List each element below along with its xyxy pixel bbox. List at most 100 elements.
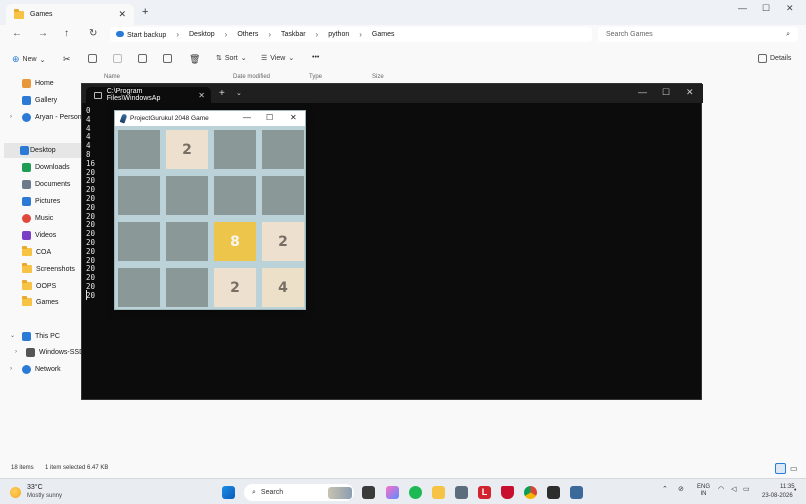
close-tab-icon[interactable]: ✕: [118, 9, 126, 20]
new-button[interactable]: ⊕ New ⌄: [12, 54, 45, 65]
sidebar-item-music[interactable]: Music: [22, 214, 53, 223]
terminal-tab[interactable]: C:\Program Files\WindowsAp ✕: [86, 87, 211, 103]
breadcrumb-taskbar[interactable]: Taskbar: [281, 31, 306, 38]
task-view-icon[interactable]: [362, 486, 375, 499]
terminal-output[interactable]: 0 4 4 4 4 8 16 20 20 20 20 20 20 20 20 20 20 20 20 20 20 20: [86, 106, 116, 301]
sidebar-item-games[interactable]: Games: [22, 296, 59, 306]
mcafee-icon[interactable]: [501, 486, 514, 499]
back-arrow-icon[interactable]: ←: [12, 28, 22, 39]
volume-icon[interactable]: ◁: [731, 485, 736, 493]
search-input[interactable]: Search Games ⌕: [598, 27, 798, 42]
breadcrumb-others[interactable]: Others: [237, 31, 258, 38]
sidebar-item-home[interactable]: Home: [22, 79, 54, 88]
spotify-icon[interactable]: [409, 486, 422, 499]
battery-icon[interactable]: ▭: [743, 485, 750, 493]
terminal-taskbar-icon[interactable]: [547, 486, 560, 499]
close-icon[interactable]: ✕: [786, 3, 794, 14]
settings-gear-icon[interactable]: [455, 486, 468, 499]
chevron-right-icon[interactable]: ›: [10, 366, 12, 372]
close-icon[interactable]: ✕: [686, 87, 694, 98]
language-indicator[interactable]: ENG IN: [697, 484, 710, 498]
forward-arrow-icon[interactable]: →: [38, 28, 48, 39]
paste-icon: [113, 54, 122, 63]
weather-sun-icon[interactable]: [10, 487, 21, 498]
delete-button[interactable]: 🗑: [189, 54, 200, 65]
weather-temp[interactable]: 33°C: [27, 484, 43, 491]
column-header-type[interactable]: Type: [309, 74, 322, 80]
weather-desc[interactable]: Mostly sunny: [27, 493, 62, 499]
home-icon: [22, 79, 31, 88]
copilot-icon[interactable]: [386, 486, 399, 499]
chevron-up-icon[interactable]: ⌃: [662, 485, 668, 493]
sidebar-item-desktop[interactable]: Desktop: [4, 143, 84, 158]
maximize-icon[interactable]: ☐: [762, 3, 770, 14]
sidebar-item-screenshots[interactable]: Screenshots: [22, 263, 75, 273]
clock-date[interactable]: 23-08-2026: [762, 493, 793, 499]
maximize-icon[interactable]: ☐: [266, 113, 273, 122]
explorer-tab[interactable]: Games ✕: [6, 4, 134, 25]
breadcrumb-desktop[interactable]: Desktop: [189, 31, 215, 38]
game-board[interactable]: 28224: [116, 127, 305, 309]
chevron-right-icon[interactable]: ›: [10, 114, 12, 120]
start-icon[interactable]: [222, 486, 235, 499]
details-button[interactable]: Details: [758, 54, 791, 63]
terminal-cursor: [86, 290, 87, 300]
file-explorer-icon[interactable]: [432, 486, 445, 499]
notification-bell-icon[interactable]: •: [794, 487, 796, 494]
breadcrumb[interactable]: Start backup › Desktop › Others › Taskba…: [110, 27, 592, 42]
taskbar-search[interactable]: ⌕ Search: [244, 484, 354, 501]
plus-icon: ⊕: [12, 54, 20, 64]
sidebar-item-pictures[interactable]: Pictures: [22, 197, 60, 206]
column-header-date-modified[interactable]: Date modified: [233, 74, 270, 80]
tk-feather-icon: [119, 113, 128, 124]
breadcrumb-games[interactable]: Games: [372, 31, 395, 38]
refresh-icon[interactable]: ↻: [89, 28, 97, 39]
chevron-down-icon[interactable]: ⌄: [236, 89, 242, 97]
minimize-icon[interactable]: —: [738, 3, 747, 13]
minimize-icon[interactable]: —: [243, 113, 251, 122]
sidebar-item-gallery[interactable]: Gallery: [22, 96, 57, 105]
folder-icon: [22, 296, 32, 306]
sidebar-item-downloads[interactable]: Downloads: [22, 163, 70, 172]
folder-icon: [14, 8, 24, 19]
details-view-icon[interactable]: [775, 463, 786, 474]
sidebar-item-onedrive[interactable]: Aryan - Personal: [22, 113, 87, 122]
chrome-icon[interactable]: [524, 486, 537, 499]
sidebar-item-this-pc[interactable]: This PC: [22, 332, 60, 341]
chevron-down-icon[interactable]: ⌄: [10, 332, 15, 339]
clock-time[interactable]: 11:35: [780, 484, 795, 490]
tiles-view-icon[interactable]: ▭: [790, 464, 798, 473]
l-app-icon[interactable]: L: [478, 486, 491, 499]
rename-button[interactable]: [138, 54, 147, 63]
breadcrumb-start-backup[interactable]: Start backup: [116, 30, 166, 39]
chevron-right-icon: ›: [224, 30, 228, 39]
sidebar-item-videos[interactable]: Videos: [22, 231, 56, 240]
share-button[interactable]: [163, 54, 172, 63]
cut-button[interactable]: ✂: [63, 54, 71, 65]
minimize-icon[interactable]: —: [638, 87, 647, 97]
do-not-disturb-icon[interactable]: ⊘: [678, 485, 684, 493]
sidebar-item-oops[interactable]: OOPS: [22, 280, 56, 290]
folder-icon: [22, 263, 32, 273]
up-arrow-icon[interactable]: ↑: [64, 28, 69, 39]
more-options-button[interactable]: •••: [312, 54, 319, 61]
sort-button[interactable]: ⇅ Sort ⌄: [216, 54, 247, 63]
wifi-icon[interactable]: ◠: [718, 485, 724, 493]
maximize-icon[interactable]: ☐: [662, 87, 670, 98]
sidebar-item-documents[interactable]: Documents: [22, 180, 70, 189]
sidebar-item-coa[interactable]: COA: [22, 246, 51, 256]
paste-button[interactable]: [113, 54, 122, 63]
chevron-right-icon[interactable]: ›: [15, 349, 17, 355]
sidebar-item-windows-ssd[interactable]: Windows-SSD (: [26, 348, 88, 357]
close-icon[interactable]: ✕: [290, 113, 297, 122]
new-tab-button[interactable]: +: [219, 88, 225, 99]
view-button[interactable]: ☰ View ⌄: [261, 54, 294, 63]
close-tab-icon[interactable]: ✕: [198, 91, 205, 100]
new-tab-button[interactable]: +: [142, 6, 148, 18]
sidebar-item-network[interactable]: Network: [22, 365, 61, 374]
python-app-icon[interactable]: [570, 486, 583, 499]
column-header-size[interactable]: Size: [372, 74, 384, 80]
column-header-name[interactable]: Name: [104, 74, 120, 80]
breadcrumb-python[interactable]: python: [328, 31, 349, 38]
copy-button[interactable]: [88, 54, 97, 63]
